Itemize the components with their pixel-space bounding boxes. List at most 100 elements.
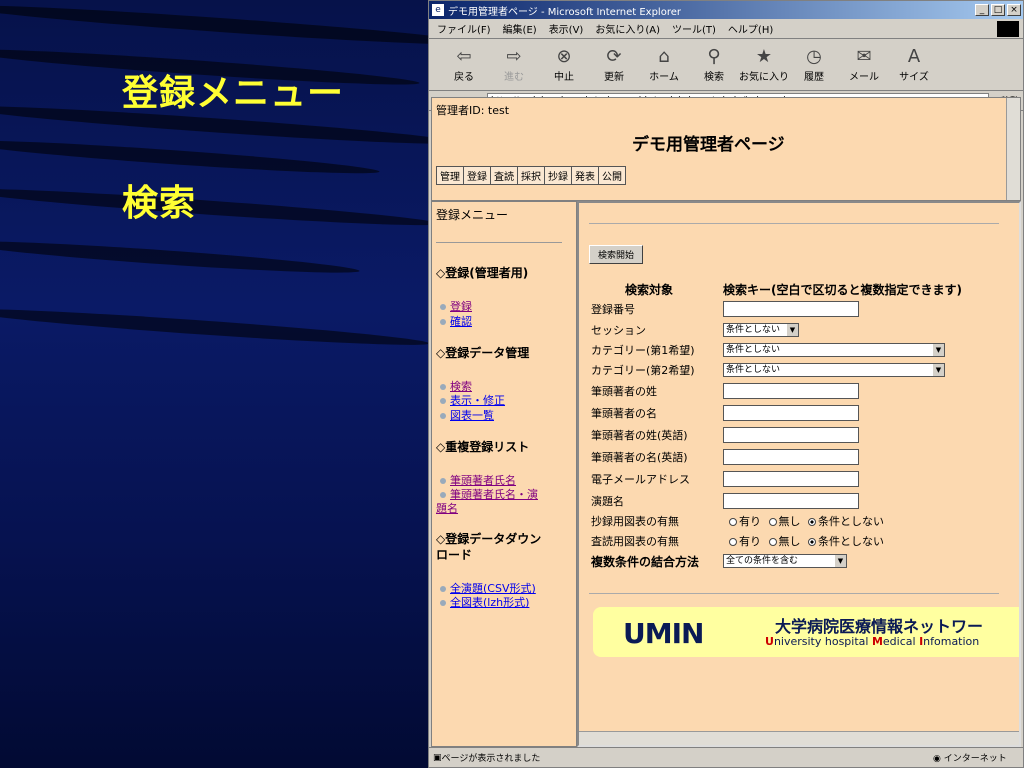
label-category1: カテゴリー(第1希望): [591, 344, 695, 357]
page-done-icon: ▣: [433, 752, 442, 763]
back-button[interactable]: ⇦ 戻る: [439, 46, 489, 83]
bullet-icon: [440, 492, 446, 498]
menu-file[interactable]: ファイル(F): [437, 21, 491, 36]
title-input[interactable]: [723, 493, 859, 509]
radio-no[interactable]: [768, 518, 777, 526]
section-register-admin: ◇登録(管理者用): [436, 266, 529, 280]
decorative-stripe: [0, 135, 380, 179]
search-frame: 検索開始 検索対象 検索キー(空白で区切ると複数指定できます) 登録番号 セッシ…: [577, 201, 1021, 747]
label-author-first-en: 筆頭著者の名(英語): [591, 451, 688, 464]
home-button[interactable]: ⌂ ホーム: [639, 46, 689, 83]
dropdown-arrow-icon: ▼: [933, 364, 944, 376]
menu-bar: ファイル(F) 編集(E) 表示(V) お気に入り(A) ツール(T) ヘルプ(…: [429, 19, 1023, 39]
category1-select[interactable]: 条件としない ▼: [723, 343, 945, 357]
maximize-icon[interactable]: □: [991, 4, 1005, 16]
combine-select[interactable]: 全ての条件を含む ▼: [723, 554, 847, 568]
tab-register[interactable]: 登録: [463, 166, 491, 185]
font-size-icon: A: [907, 46, 921, 67]
section-download-cont: ロード: [436, 548, 473, 562]
radio-no[interactable]: [768, 538, 777, 546]
favorites-icon: ★: [755, 46, 773, 67]
link-register[interactable]: 登録: [440, 298, 472, 314]
label-author-last: 筆頭著者の姓: [591, 385, 657, 398]
radio-any[interactable]: [808, 518, 816, 526]
tab-presentation[interactable]: 発表: [571, 166, 599, 185]
zone-indicator: ◉ インターネット: [933, 754, 1007, 764]
search-start-button[interactable]: 検索開始: [589, 245, 644, 264]
author-last-input[interactable]: [723, 383, 859, 399]
section-duplicates: ◇重複登録リスト: [436, 440, 530, 454]
umin-banner[interactable]: UMIN 大学病院医療情報ネットワー University hospital M…: [593, 607, 1019, 657]
column-header-target: 検索対象: [625, 283, 674, 297]
radio-yes[interactable]: [729, 538, 737, 546]
top-frame-scrollbar[interactable]: [1006, 98, 1020, 200]
ie-logo-icon: e: [432, 4, 444, 16]
bullet-icon: [440, 600, 446, 606]
label-session: セッション: [591, 324, 646, 337]
menu-edit[interactable]: 編集(E): [503, 21, 537, 36]
menu-tools[interactable]: ツール(T): [672, 21, 716, 36]
label-abstract-figure: 抄録用図表の有無: [591, 515, 679, 528]
horizontal-scrollbar[interactable]: [579, 731, 1019, 745]
home-icon: ⌂: [658, 46, 670, 67]
bullet-icon: [440, 478, 446, 484]
section-download: ◇登録データダウン: [436, 532, 542, 546]
menu-heading: 登録メニュー: [436, 208, 509, 222]
tab-abstract[interactable]: 抄録: [544, 166, 572, 185]
history-icon: ◷: [806, 46, 822, 67]
dropdown-arrow-icon: ▼: [787, 324, 798, 336]
umin-logo: UMIN: [623, 617, 704, 650]
tab-publish[interactable]: 公開: [598, 166, 626, 185]
bullet-icon: [440, 304, 446, 310]
tab-accept[interactable]: 採択: [517, 166, 545, 185]
divider: [436, 242, 562, 243]
slide-title: 登録メニュー: [122, 73, 345, 114]
category2-select[interactable]: 条件としない ▼: [723, 363, 945, 377]
close-icon[interactable]: ×: [1007, 4, 1021, 16]
email-input[interactable]: [723, 471, 859, 487]
tab-manage[interactable]: 管理: [436, 166, 464, 185]
search-icon: ⚲: [707, 46, 721, 67]
author-last-en-input[interactable]: [723, 427, 859, 443]
minimize-icon[interactable]: _: [975, 4, 989, 16]
tab-review[interactable]: 査読: [490, 166, 518, 185]
search-button[interactable]: ⚲ 検索: [689, 46, 739, 83]
back-arrow-icon: ⇦: [456, 46, 472, 67]
session-select[interactable]: 条件としない ▼: [723, 323, 799, 337]
link-all-lzh[interactable]: 全図表(lzh形式): [440, 594, 529, 610]
favorites-button[interactable]: ★ お気に入り: [739, 46, 789, 83]
review-figure-radios: 有り 無し 条件としない: [725, 533, 884, 549]
forward-button[interactable]: ⇨ 進む: [489, 46, 539, 83]
mail-button[interactable]: ✉ メール: [839, 46, 889, 83]
stop-icon: ⊗: [556, 46, 572, 67]
label-combine: 複数条件の結合方法: [591, 555, 700, 569]
menu-favorites[interactable]: お気に入り(A): [595, 21, 660, 36]
link-figure-list[interactable]: 図表一覧: [440, 407, 494, 423]
page-heading: デモ用管理者ページ: [632, 135, 785, 155]
umin-name-en: University hospital Medical Infomation: [765, 635, 980, 648]
link-confirm[interactable]: 確認: [440, 313, 472, 329]
author-first-en-input[interactable]: [723, 449, 859, 465]
divider: [589, 593, 999, 594]
label-author-last-en: 筆頭著者の姓(英語): [591, 429, 688, 442]
browser-window: e デモ用管理者ページ - Microsoft Internet Explore…: [428, 0, 1024, 768]
font-size-button[interactable]: A サイズ: [889, 46, 939, 83]
nav-tabs: 管理 登録 査読 採択 抄録 発表 公開: [436, 166, 626, 185]
window-titlebar: e デモ用管理者ページ - Microsoft Internet Explore…: [429, 1, 1023, 19]
history-button[interactable]: ◷ 履歴: [789, 46, 839, 83]
radio-yes[interactable]: [729, 518, 737, 526]
abstract-figure-radios: 有り 無し 条件としない: [725, 513, 884, 529]
stop-button[interactable]: ⊗ 中止: [539, 46, 589, 83]
menu-help[interactable]: ヘルプ(H): [728, 21, 773, 36]
reg-number-input[interactable]: [723, 301, 859, 317]
link-view-edit[interactable]: 表示・修正: [440, 392, 505, 408]
top-frame: 管理者ID: test デモ用管理者ページ 管理 登録 査読 採択 抄録 発表 …: [431, 97, 1021, 201]
label-email: 電子メールアドレス: [591, 473, 690, 486]
author-first-input[interactable]: [723, 405, 859, 421]
radio-any[interactable]: [808, 538, 816, 546]
label-title: 演題名: [591, 495, 624, 508]
decorative-stripe: [0, 0, 480, 51]
link-author-title-cont[interactable]: 題名: [436, 500, 458, 516]
refresh-button[interactable]: ⟳ 更新: [589, 46, 639, 83]
menu-view[interactable]: 表示(V): [549, 21, 584, 36]
